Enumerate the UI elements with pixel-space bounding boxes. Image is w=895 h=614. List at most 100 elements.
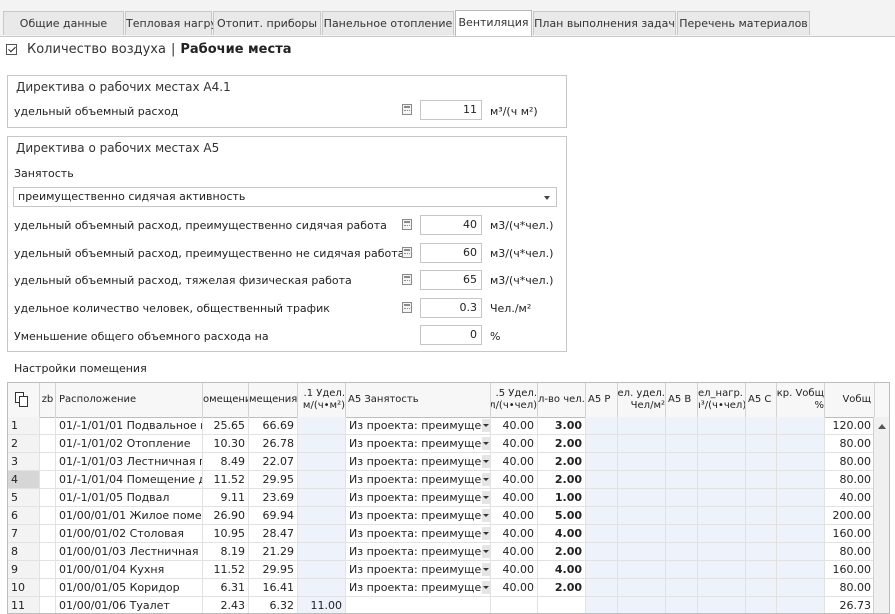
table-cell[interactable]: 40.00 — [491, 579, 538, 596]
table-cell[interactable] — [618, 543, 666, 560]
table-cell[interactable] — [618, 489, 666, 506]
table-cell[interactable]: 01/-1/01/01 Подвальное п... — [56, 417, 203, 434]
table-cell[interactable] — [777, 525, 825, 542]
table-row[interactable]: 2 01/-1/01/02 Отопление 10.30 26.78 Из проек… — [8, 435, 889, 453]
table-cell[interactable] — [586, 453, 618, 470]
table-cell[interactable] — [777, 453, 825, 470]
table-cell[interactable]: 10.95 — [203, 525, 249, 542]
table-cell[interactable] — [666, 543, 698, 560]
table-cell[interactable]: 80.00 — [825, 579, 875, 596]
table-row[interactable]: 8 01/00/01/03 Лестничная п...8.1921.29 Из … — [8, 543, 889, 561]
table-cell[interactable] — [698, 507, 746, 524]
table-cell[interactable] — [666, 453, 698, 470]
table-cell[interactable]: 01/00/01/01 Жилое поме... — [56, 507, 203, 524]
table-cell[interactable]: 01/00/01/03 Лестничная п... — [56, 543, 203, 560]
column-header[interactable]: мещения — [249, 383, 298, 417]
table-cell[interactable]: Из проекта: преимущес... — [346, 489, 491, 506]
table-cell[interactable]: 3.00 — [538, 417, 586, 434]
table-cell[interactable] — [298, 453, 346, 470]
table-cell[interactable]: 66.69 — [249, 417, 298, 434]
table-cell[interactable] — [777, 543, 825, 560]
table-cell[interactable] — [538, 597, 586, 613]
table-cell[interactable]: 01/-1/01/04 Помещение д... — [56, 471, 203, 488]
table-cell[interactable]: 01/00/01/06 Туалет — [56, 597, 203, 613]
table-cell[interactable] — [666, 435, 698, 452]
table-cell[interactable] — [40, 561, 56, 578]
table-cell[interactable]: 2.00 — [538, 435, 586, 452]
column-header[interactable]: A5 P — [586, 383, 618, 417]
vertical-scrollbar[interactable] — [873, 417, 889, 613]
table-cell[interactable] — [666, 597, 698, 613]
column-header[interactable]: A5 Занятость — [346, 383, 491, 417]
table-cell[interactable] — [746, 525, 777, 542]
table-cell[interactable] — [666, 471, 698, 488]
table-cell[interactable]: Из проекта: преимущес... — [346, 435, 491, 452]
table-cell[interactable]: 80.00 — [825, 453, 875, 470]
table-cell[interactable] — [746, 453, 777, 470]
table-cell[interactable]: 11.52 — [203, 471, 249, 488]
table-row[interactable]: 9 01/00/01/04 Кухня 11.52 29.95 Из проекта: … — [8, 561, 889, 579]
table-cell[interactable] — [586, 507, 618, 524]
table-cell[interactable] — [40, 471, 56, 488]
tab-ventilation[interactable]: Вентиляция — [455, 10, 532, 36]
table-cell[interactable] — [298, 489, 346, 506]
a41-flow-input[interactable]: 11 — [420, 100, 482, 120]
table-cell[interactable]: 40.00 — [491, 417, 538, 434]
table-cell[interactable] — [666, 579, 698, 596]
a5-heavy-work-flow-input[interactable]: 65 — [420, 270, 482, 290]
table-cell[interactable]: 80.00 — [825, 471, 875, 488]
table-row[interactable]: 4 01/-1/01/04 Помещение д... 11.52 29.95 Из … — [8, 471, 889, 489]
table-cell[interactable]: 200.00 — [825, 507, 875, 524]
table-cell[interactable]: 120.00 — [825, 417, 875, 434]
table-cell[interactable]: 160.00 — [825, 525, 875, 542]
table-cell[interactable]: 29.95 — [249, 561, 298, 578]
calculator-icon[interactable] — [402, 219, 412, 230]
table-cell[interactable] — [298, 543, 346, 560]
calculator-icon[interactable] — [402, 274, 412, 285]
table-cell[interactable]: 40.00 — [491, 525, 538, 542]
column-header[interactable]: кр. Vобщ % — [777, 383, 825, 417]
table-cell[interactable] — [618, 579, 666, 596]
table-cell[interactable]: 01/00/01/05 Коридор — [56, 579, 203, 596]
table-cell[interactable] — [746, 471, 777, 488]
table-cell[interactable] — [777, 435, 825, 452]
table-cell[interactable]: 21.29 — [249, 543, 298, 560]
table-cell[interactable] — [298, 561, 346, 578]
table-cell[interactable] — [618, 507, 666, 524]
table-cell[interactable] — [586, 489, 618, 506]
table-cell[interactable]: 69.94 — [249, 507, 298, 524]
table-cell[interactable] — [40, 543, 56, 560]
table-cell[interactable]: 80.00 — [825, 543, 875, 560]
table-cell[interactable]: 160.00 — [825, 561, 875, 578]
table-cell[interactable]: 9.11 — [203, 489, 249, 506]
table-cell[interactable] — [586, 417, 618, 434]
table-cell[interactable]: Из проекта: преимущес... — [346, 471, 491, 488]
table-cell[interactable] — [746, 435, 777, 452]
table-cell[interactable]: 40.00 — [491, 453, 538, 470]
table-cell[interactable]: 40.00 — [491, 489, 538, 506]
table-cell[interactable]: 8.19 — [203, 543, 249, 560]
table-cell[interactable] — [40, 489, 56, 506]
table-row[interactable]: 10 01/00/01/05 Коридор 6.31 16.41 Из проекта… — [8, 579, 889, 597]
a5-nonsitting-flow-input[interactable]: 60 — [420, 243, 482, 263]
table-cell[interactable]: 28.47 — [249, 525, 298, 542]
table-cell[interactable] — [298, 507, 346, 524]
table-cell[interactable] — [586, 597, 618, 613]
calculator-icon[interactable] — [402, 302, 412, 313]
table-cell[interactable]: 01/-1/01/05 Подвал — [56, 489, 203, 506]
chevron-down-icon[interactable] — [482, 545, 490, 558]
table-cell[interactable] — [618, 525, 666, 542]
table-cell[interactable]: 80.00 — [825, 435, 875, 452]
table-cell[interactable]: 11.52 — [203, 561, 249, 578]
table-row[interactable]: 6 01/00/01/01 Жилое поме... 26.90 69.94 Из п… — [8, 507, 889, 525]
table-cell[interactable] — [777, 597, 825, 613]
table-cell[interactable] — [586, 579, 618, 596]
table-cell[interactable] — [698, 435, 746, 452]
a5-sitting-flow-input[interactable]: 40 — [420, 215, 482, 235]
chevron-down-icon[interactable] — [482, 473, 490, 486]
table-cell[interactable] — [698, 489, 746, 506]
table-cell[interactable] — [618, 561, 666, 578]
table-cell[interactable]: Из проекта: преимущес... — [346, 579, 491, 596]
table-cell[interactable]: 6.32 — [249, 597, 298, 613]
table-cell[interactable]: 25.65 — [203, 417, 249, 434]
